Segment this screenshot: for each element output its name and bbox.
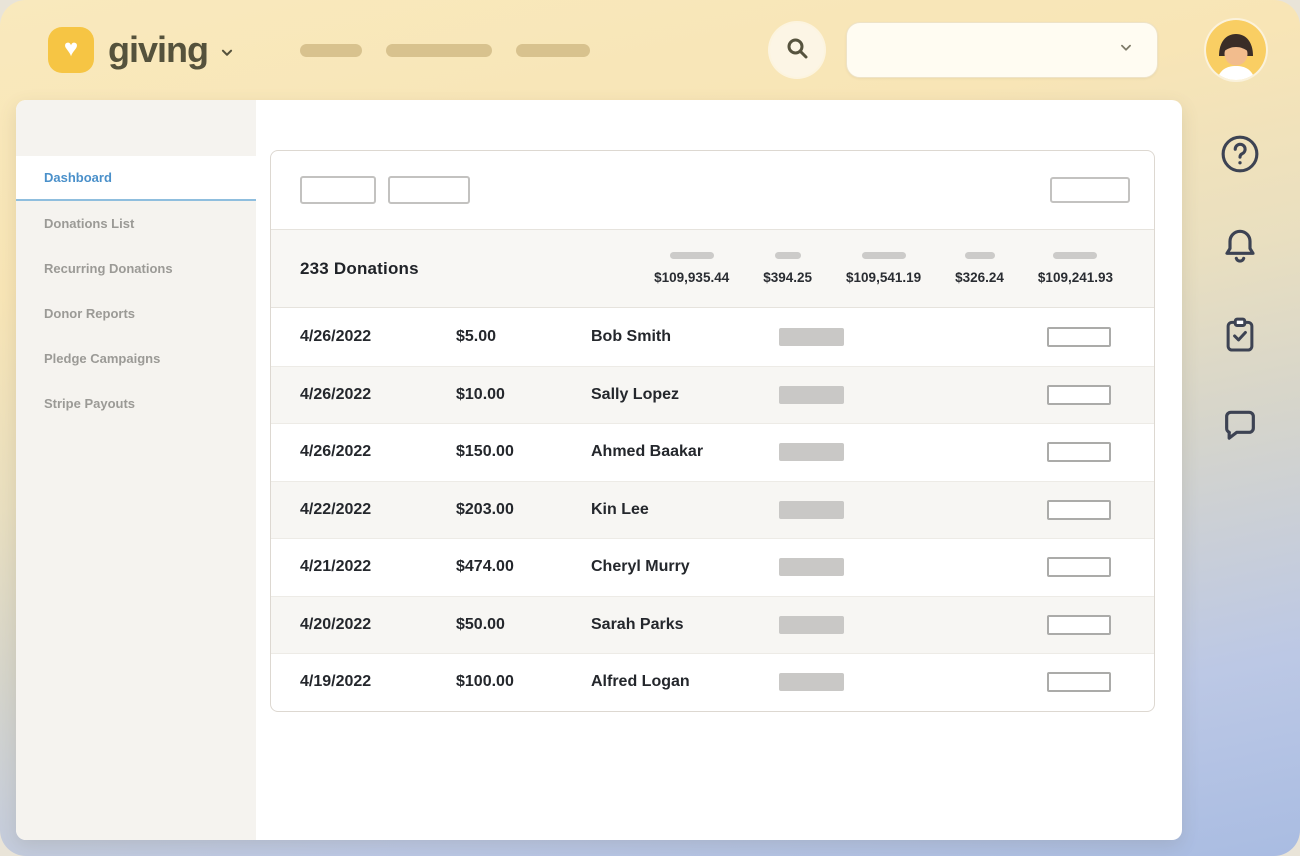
sidebar-item-donor-reports[interactable]: Donor Reports <box>16 291 256 336</box>
sidebar-item-donations-list[interactable]: Donations List <box>16 201 256 246</box>
donor-name: Sarah Parks <box>591 616 779 634</box>
redacted-field-placeholder <box>779 558 844 576</box>
donation-date: 4/20/2022 <box>300 616 456 634</box>
app-screen: ♥ giving <box>0 0 1300 856</box>
table-row[interactable]: 4/20/2022 $50.00 Sarah Parks <box>271 596 1154 654</box>
summary-stats: $109,935.44 $394.25 $109,541.19 $32 <box>654 252 1113 285</box>
clipboard-check-icon <box>1221 316 1259 354</box>
redacted-field-placeholder <box>779 328 844 346</box>
table-row[interactable]: 4/26/2022 $5.00 Bob Smith <box>271 308 1154 366</box>
summary-stat: $109,935.44 <box>654 252 729 285</box>
bell-icon <box>1220 226 1260 266</box>
nav-link-placeholder[interactable] <box>516 44 590 57</box>
row-action-button[interactable] <box>1047 672 1111 692</box>
donor-name: Bob Smith <box>591 328 779 346</box>
filter-bar <box>271 151 1154 230</box>
donation-date: 4/22/2022 <box>300 501 456 519</box>
stat-label-placeholder <box>670 252 714 259</box>
summary-stat: $109,241.93 <box>1038 252 1113 285</box>
summary-stat: $109,541.19 <box>846 252 921 285</box>
user-avatar[interactable] <box>1206 20 1266 80</box>
row-action-button[interactable] <box>1047 442 1111 462</box>
table-row[interactable]: 4/26/2022 $150.00 Ahmed Baakar <box>271 423 1154 481</box>
sidebar-item-pledge-campaigns[interactable]: Pledge Campaigns <box>16 336 256 381</box>
nav-link-placeholder[interactable] <box>300 44 362 57</box>
table-row[interactable]: 4/19/2022 $100.00 Alfred Logan <box>271 653 1154 711</box>
chevron-down-icon <box>1117 41 1135 60</box>
tasks-button[interactable] <box>1221 316 1259 354</box>
heart-icon: ♥ <box>64 37 78 61</box>
search-icon <box>785 36 809 65</box>
filter-control[interactable] <box>388 176 470 204</box>
donation-date: 4/26/2022 <box>300 328 456 346</box>
table-row[interactable]: 4/26/2022 $10.00 Sally Lopez <box>271 366 1154 424</box>
donation-date: 4/21/2022 <box>300 558 456 576</box>
stat-amount: $326.24 <box>955 270 1004 285</box>
redacted-field-placeholder <box>779 386 844 404</box>
donation-amount: $5.00 <box>456 328 591 346</box>
chat-bubble-icon <box>1220 404 1260 444</box>
sidebar-item-recurring-donations[interactable]: Recurring Donations <box>16 246 256 291</box>
help-button[interactable] <box>1218 132 1262 176</box>
donor-name: Alfred Logan <box>591 673 779 691</box>
sidebar-item-stripe-payouts[interactable]: Stripe Payouts <box>16 381 256 426</box>
question-circle-icon <box>1218 132 1262 176</box>
stat-label-placeholder <box>775 252 801 259</box>
stat-label-placeholder <box>965 252 995 259</box>
donor-name: Kin Lee <box>591 501 779 519</box>
topbar-nav <box>300 44 590 57</box>
giving-logo: ♥ <box>48 27 94 73</box>
brand-name: giving <box>108 29 208 71</box>
table-header: 233 Donations $109,935.44 $394.25 $10 <box>271 230 1154 308</box>
stat-amount: $109,541.19 <box>846 270 921 285</box>
donations-table: 4/26/2022 $5.00 Bob Smith 4/26/2022 $10.… <box>271 308 1154 711</box>
stat-amount: $109,935.44 <box>654 270 729 285</box>
donations-card: 233 Donations $109,935.44 $394.25 $10 <box>270 150 1155 712</box>
table-row[interactable]: 4/22/2022 $203.00 Kin Lee <box>271 481 1154 539</box>
sidebar: Dashboard Donations List Recurring Donat… <box>16 100 256 840</box>
export-control[interactable] <box>1050 177 1130 203</box>
redacted-field-placeholder <box>779 501 844 519</box>
table-row[interactable]: 4/21/2022 $474.00 Cheryl Murry <box>271 538 1154 596</box>
donor-name: Sally Lopez <box>591 386 779 404</box>
stat-label-placeholder <box>862 252 906 259</box>
summary-stat: $394.25 <box>763 252 812 285</box>
donation-amount: $50.00 <box>456 616 591 634</box>
organization-dropdown[interactable] <box>846 22 1158 78</box>
donor-name: Cheryl Murry <box>591 558 779 576</box>
donation-date: 4/19/2022 <box>300 673 456 691</box>
redacted-field-placeholder <box>779 443 844 461</box>
search-button[interactable] <box>770 23 824 77</box>
notifications-button[interactable] <box>1220 226 1260 266</box>
utility-rail <box>1218 132 1262 444</box>
row-action-button[interactable] <box>1047 615 1111 635</box>
donation-amount: $203.00 <box>456 501 591 519</box>
main-window: Dashboard Donations List Recurring Donat… <box>16 100 1182 840</box>
stat-amount: $109,241.93 <box>1038 270 1113 285</box>
row-action-button[interactable] <box>1047 385 1111 405</box>
row-action-button[interactable] <box>1047 500 1111 520</box>
redacted-field-placeholder <box>779 616 844 634</box>
stat-label-placeholder <box>1053 252 1097 259</box>
chat-button[interactable] <box>1220 404 1260 444</box>
donation-date: 4/26/2022 <box>300 443 456 461</box>
row-action-button[interactable] <box>1047 327 1111 347</box>
donation-amount: $474.00 <box>456 558 591 576</box>
row-action-button[interactable] <box>1047 557 1111 577</box>
donor-name: Ahmed Baakar <box>591 443 779 461</box>
redacted-field-placeholder <box>779 673 844 691</box>
donation-date: 4/26/2022 <box>300 386 456 404</box>
donation-amount: $150.00 <box>456 443 591 461</box>
summary-stat: $326.24 <box>955 252 1004 285</box>
topbar: ♥ giving <box>0 0 1300 100</box>
donations-count: 233 Donations <box>300 259 419 279</box>
donation-amount: $100.00 <box>456 673 591 691</box>
nav-link-placeholder[interactable] <box>386 44 492 57</box>
sidebar-item-dashboard[interactable]: Dashboard <box>16 156 256 201</box>
donation-amount: $10.00 <box>456 386 591 404</box>
brand-menu-chevron-down-icon[interactable] <box>218 46 236 65</box>
filter-control[interactable] <box>300 176 376 204</box>
stat-amount: $394.25 <box>763 270 812 285</box>
content-area: 233 Donations $109,935.44 $394.25 $10 <box>256 100 1182 840</box>
